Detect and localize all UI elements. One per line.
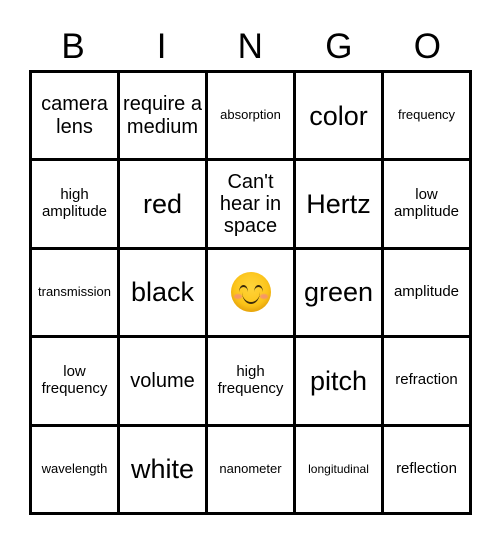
bingo-cell[interactable]: high amplitude	[32, 161, 120, 250]
bingo-header-row: BINGO	[29, 22, 472, 70]
bingo-cell-label: camera lens	[41, 93, 108, 138]
bingo-cell-label: black	[130, 277, 195, 308]
bingo-cell-label: green	[303, 277, 374, 308]
bingo-cell[interactable]: absorption	[208, 73, 296, 162]
bingo-cell-label: low amplitude	[393, 186, 460, 221]
bingo-header-letter-o: O	[413, 26, 442, 66]
bingo-cell-label: volume	[130, 369, 195, 392]
bingo-header-letter-b: B	[61, 26, 86, 66]
bingo-cell[interactable]: black	[120, 249, 208, 339]
bingo-cell[interactable]: green	[296, 249, 384, 339]
bingo-cell[interactable]: require a medium	[120, 73, 208, 162]
bingo-cell-label: frequency	[397, 107, 456, 123]
bingo-cell-label: refraction	[395, 371, 458, 389]
bingo-cell[interactable]: Can't hear in space	[208, 161, 296, 250]
bingo-cell-label: nanometer	[219, 461, 282, 477]
bingo-cell[interactable]: wavelength	[32, 426, 120, 515]
bingo-cell-label: wavelength	[41, 461, 108, 477]
bingo-cell[interactable]: high frequency	[208, 338, 296, 427]
smiling-face-with-smiling-eyes-icon	[230, 272, 271, 313]
bingo-cell-label: transmission	[38, 284, 111, 300]
bingo-cell[interactable]: low frequency	[32, 338, 120, 427]
bingo-header-letter-n: N	[237, 26, 264, 66]
bingo-cell[interactable]: transmission	[32, 249, 120, 339]
bingo-cell-label: longitudinal	[308, 461, 369, 476]
bingo-card: B I N G O camera lens require a medium absorpt…	[0, 0, 501, 544]
bingo-cell[interactable]: white	[120, 426, 208, 515]
bingo-header-letter-i: I	[156, 26, 167, 66]
bingo-cell[interactable]: low amplitude	[384, 161, 472, 250]
bingo-cell-label: Hertz	[306, 188, 371, 219]
bingo-cell-label: high frequency	[217, 363, 284, 397]
bingo-cell-label: white	[130, 454, 195, 485]
bingo-cell-label: low frequency	[41, 363, 108, 397]
bingo-free-space-cell[interactable]	[208, 249, 296, 339]
bingo-grid: camera lens require a medium absorption col…	[29, 70, 472, 515]
bingo-cell[interactable]: camera lens	[32, 73, 120, 162]
bingo-cell-label: high amplitude	[41, 186, 108, 221]
bingo-cell-label: require a medium	[123, 93, 202, 138]
bingo-cell-label: pitch	[309, 365, 368, 396]
bingo-cell[interactable]: amplitude	[384, 249, 472, 339]
bingo-header-letter-g: G	[325, 26, 353, 66]
bingo-cell[interactable]: color	[296, 73, 384, 162]
bingo-cell[interactable]: refraction	[384, 338, 472, 427]
bingo-cell-label: color	[309, 100, 368, 131]
bingo-cell[interactable]: red	[120, 161, 208, 250]
bingo-cell[interactable]: volume	[120, 338, 208, 427]
bingo-cell[interactable]: nanometer	[208, 426, 296, 515]
bingo-cell[interactable]: reflection	[384, 426, 472, 515]
bingo-cell-label: amplitude	[393, 283, 460, 301]
bingo-cell[interactable]: pitch	[296, 338, 384, 427]
bingo-cell-label: red	[142, 188, 183, 219]
bingo-cell[interactable]: Hertz	[296, 161, 384, 250]
bingo-cell-label: absorption	[220, 107, 281, 123]
bingo-cell[interactable]: longitudinal	[296, 426, 384, 515]
bingo-cell-label: Can't hear in space	[219, 170, 282, 238]
bingo-cell-label: reflection	[396, 459, 457, 477]
bingo-cell[interactable]: frequency	[384, 73, 472, 162]
